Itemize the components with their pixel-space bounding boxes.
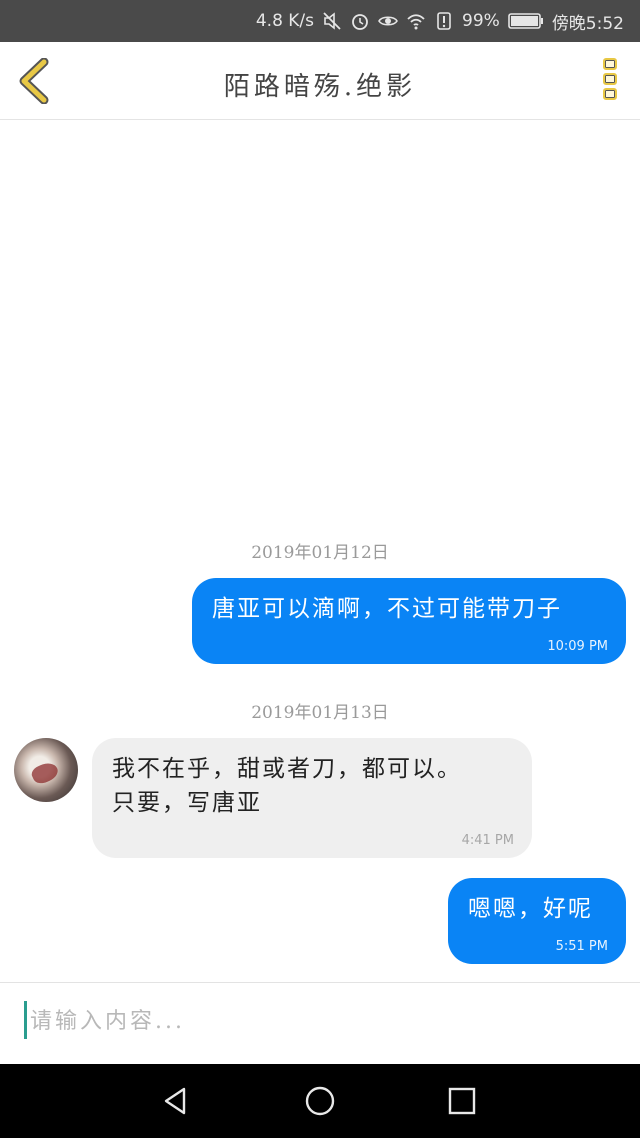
- message-time: 5:51 PM: [555, 939, 608, 954]
- message-text: 我不在乎，甜或者刀，都可以。 只要，写唐亚: [112, 756, 462, 816]
- message-text: 嗯嗯，好呢: [468, 896, 593, 922]
- clock: 傍晚5:52: [551, 13, 624, 34]
- message-time: 4:41 PM: [461, 833, 514, 848]
- nav-home-button[interactable]: [304, 1085, 336, 1117]
- message-text: 唐亚可以滴啊，不过可能带刀子: [212, 596, 562, 622]
- alert-icon: [434, 11, 454, 31]
- chat-title: 陌路暗殇.绝影: [223, 72, 417, 102]
- eye-icon: [378, 11, 398, 31]
- alarm-icon: [350, 11, 370, 31]
- mute-icon: [322, 11, 342, 31]
- date-separator: 2019年01月12日: [251, 543, 389, 563]
- chat-header: 陌路暗殇.绝影: [0, 42, 640, 120]
- nav-recents-button[interactable]: [446, 1085, 478, 1117]
- wifi-icon: [406, 11, 426, 31]
- message-list[interactable]: 2019年01月12日 唐亚可以滴啊，不过可能带刀子 10:09 PM 2019…: [0, 120, 640, 982]
- net-speed: 4.8 K/s: [255, 11, 315, 31]
- triangle-back-icon: [164, 1087, 186, 1115]
- date-separator: 2019年01月13日: [251, 703, 389, 723]
- outgoing-message[interactable]: 嗯嗯，好呢 5:51 PM: [448, 878, 626, 964]
- more-menu-button[interactable]: [600, 58, 620, 106]
- square-recents-icon: [448, 1087, 476, 1115]
- system-nav-bar: [0, 1064, 640, 1138]
- battery-percent: 99%: [462, 11, 500, 31]
- message-time: 10:09 PM: [547, 639, 608, 654]
- text-cursor: [24, 1001, 27, 1039]
- message-input[interactable]: [30, 1001, 620, 1041]
- more-vertical-icon: [600, 58, 620, 100]
- incoming-message[interactable]: 我不在乎，甜或者刀，都可以。 只要，写唐亚 4:41 PM: [92, 738, 532, 858]
- input-bar: [0, 982, 640, 1064]
- nav-back-button[interactable]: [160, 1085, 192, 1117]
- avatar[interactable]: [14, 738, 78, 802]
- circle-home-icon: [305, 1086, 335, 1116]
- battery-icon: [508, 11, 544, 31]
- outgoing-message[interactable]: 唐亚可以滴啊，不过可能带刀子 10:09 PM: [192, 578, 626, 664]
- status-bar: 4.8 K/s 99% 傍晚5:52: [0, 0, 640, 42]
